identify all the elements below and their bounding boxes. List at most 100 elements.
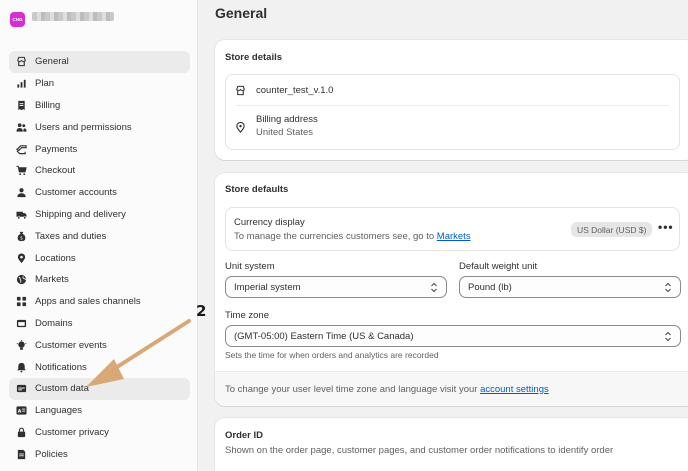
markets-link[interactable]: Markets (437, 231, 471, 242)
store-name-row[interactable]: counter_test_v.1.0 (226, 75, 679, 105)
sidebar-item-label: Users and permissions (35, 121, 132, 133)
store-details-box: counter_test_v.1.0 Billing address Unite… (225, 74, 680, 150)
store-details-card: Store details counter_test_v.1.0 Billing… (215, 40, 688, 160)
currency-badge: US Dollar (USD $) (571, 222, 653, 237)
sidebar-item-label: Locations (35, 252, 76, 264)
billing-address-value: United States (256, 127, 314, 138)
sidebar-item-label: Billing (35, 99, 61, 111)
store-defaults-title: Store defaults (225, 184, 289, 195)
sidebar-item-general[interactable]: General (9, 51, 190, 73)
unit-system-value: Imperial system (234, 281, 301, 293)
events-icon (16, 339, 27, 350)
unit-system-label: Unit system (225, 261, 275, 272)
sidebar-item-label: General (35, 56, 69, 68)
timezone-label: Time zone (225, 310, 269, 321)
order-id-title: Order ID (225, 430, 264, 441)
sidebar-item-label: Customer events (35, 339, 107, 351)
sidebar-item-apps[interactable]: Apps and sales channels (9, 291, 190, 313)
sidebar-item-label: Apps and sales channels (35, 296, 141, 308)
database-icon (16, 385, 27, 393)
billing-address-row[interactable]: Billing address United States (226, 106, 679, 150)
sidebar-item-checkout[interactable]: Checkout (9, 160, 190, 182)
sidebar-item-label: Checkout (35, 165, 76, 177)
sidebar-item-plan[interactable]: Plan (9, 73, 190, 95)
sidebar-item-locations[interactable]: Locations (9, 247, 190, 269)
unit-system-select[interactable]: Imperial system (225, 276, 447, 298)
users-icon (16, 123, 27, 132)
chart-icon (17, 80, 26, 88)
sidebar-item-payments[interactable]: Payments (9, 138, 190, 160)
billing-address-label: Billing address (256, 114, 318, 125)
weight-unit-select[interactable]: Pound (lb) (459, 276, 681, 298)
select-chevron-icon (665, 331, 671, 342)
sidebar-item-label: Plan (35, 78, 55, 90)
bell-icon (17, 362, 26, 373)
account-settings-link[interactable]: account settings (480, 384, 549, 395)
sidebar-item-label: Domains (35, 317, 73, 329)
sidebar-item-languages[interactable]: A Languages (9, 400, 190, 422)
lock-icon (17, 427, 26, 438)
domain-icon (16, 319, 27, 328)
sidebar-item-policies[interactable]: Policies (9, 443, 190, 465)
sidebar-item-label: Taxes and duties (35, 230, 107, 242)
sidebar-item-billing[interactable]: Billing (9, 95, 190, 117)
store-name-redacted (32, 11, 114, 21)
language-icon: A (16, 406, 27, 415)
page-title: General (215, 5, 268, 21)
store-details-title: Store details (225, 52, 283, 63)
currency-help-prefix: To manage the currencies customers see, … (234, 231, 435, 242)
sidebar-item-label: Languages (35, 405, 83, 417)
settings-sidebar: CNG General Plan Billing Users and permi… (0, 0, 198, 471)
sidebar-item-notifications[interactable]: Notifications (9, 356, 190, 378)
sidebar-item-label: Markets (35, 274, 69, 286)
store-icon (236, 85, 245, 96)
sidebar-item-customer-events[interactable]: Customer events (9, 334, 190, 356)
apps-icon (16, 297, 27, 307)
sidebar-item-label: Customer accounts (35, 187, 117, 199)
more-actions-button[interactable]: ••• (658, 220, 674, 234)
sidebar-item-customer-privacy[interactable]: Customer privacy (9, 422, 190, 444)
sidebar-item-label: Payments (35, 143, 78, 155)
currency-display-box: Currency display To manage the currencie… (225, 207, 680, 251)
store-switcher[interactable]: CNG (10, 8, 114, 30)
sidebar-item-shipping[interactable]: Shipping and delivery (9, 204, 190, 226)
sidebar-item-label: Custom data (35, 383, 89, 395)
sidebar-item-markets[interactable]: Markets (9, 269, 190, 291)
select-chevron-icon (665, 282, 671, 293)
globe-icon (16, 275, 27, 285)
store-defaults-card: Store defaults Currency display To manag… (215, 173, 688, 406)
currency-help-text: To manage the currencies customers see, … (234, 231, 471, 242)
sidebar-item-label: Notifications (35, 361, 87, 373)
order-id-card: Order ID Shown on the order page, custom… (215, 418, 688, 471)
sidebar-item-label: Shipping and delivery (35, 208, 126, 220)
timezone-select[interactable]: (GMT-05:00) Eastern Time (US & Canada) (225, 325, 681, 347)
svg-text:$: $ (20, 235, 23, 241)
sidebar-item-domains[interactable]: Domains (9, 313, 190, 335)
weight-unit-value: Pound (lb) (468, 281, 512, 293)
sidebar-item-customer-accounts[interactable]: Customer accounts (9, 182, 190, 204)
sidebar-item-taxes[interactable]: $ Taxes and duties (9, 225, 190, 247)
sidebar-item-label: Policies (35, 448, 68, 460)
sidebar-item-users[interactable]: Users and permissions (9, 116, 190, 138)
person-icon (17, 188, 26, 198)
weight-unit-label: Default weight unit (459, 261, 538, 272)
currency-display-label: Currency display (234, 217, 305, 228)
settings-nav: General Plan Billing Users and permissio… (9, 51, 190, 465)
cart-icon (16, 166, 27, 176)
store-name-value: counter_test_v.1.0 (256, 85, 334, 96)
payments-icon (16, 144, 27, 154)
step-number-annotation: 2 (196, 302, 207, 320)
policy-icon (17, 449, 26, 459)
svg-text:A: A (18, 409, 22, 415)
store-icon (17, 57, 26, 67)
footer-prefix: To change your user level time zone and … (225, 384, 478, 395)
order-id-description: Shown on the order page, customer pages,… (225, 445, 614, 456)
timezone-footer: To change your user level time zone and … (215, 371, 688, 406)
pin-icon (17, 253, 26, 263)
store-logo: CNG (10, 11, 25, 27)
sidebar-item-custom-data[interactable]: Custom data (9, 377, 190, 400)
footer-text: To change your user level time zone and … (225, 384, 549, 395)
select-chevron-icon (431, 282, 437, 293)
sidebar-item-label: Customer privacy (35, 426, 109, 438)
main-content: General Store details counter_test_v.1.0… (199, 0, 688, 471)
